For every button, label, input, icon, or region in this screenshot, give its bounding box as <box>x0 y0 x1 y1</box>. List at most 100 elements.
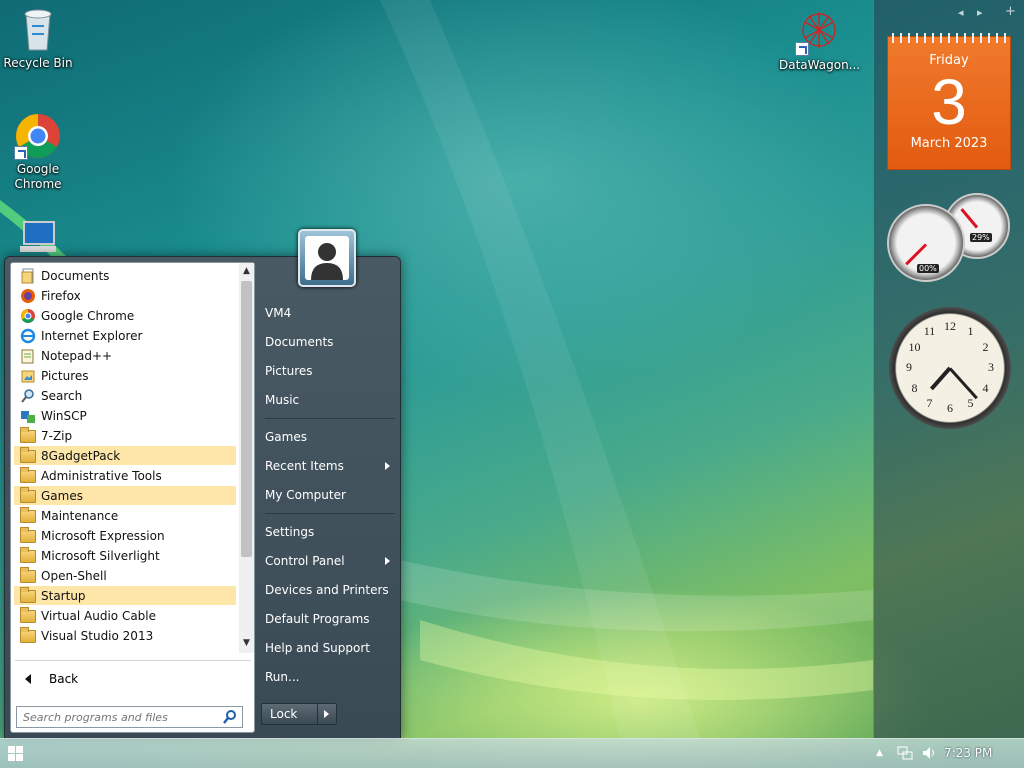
program-list-scrollbar[interactable]: ▲ ▼ <box>239 263 254 653</box>
desktop-icon-google-chrome[interactable]: Google Chrome <box>0 112 78 192</box>
program-item-label: Notepad++ <box>41 348 113 363</box>
sidebar-prev-button[interactable]: ◂ <box>958 6 964 19</box>
lock-label: Lock <box>262 704 318 724</box>
show-hidden-icons-icon[interactable]: ▲ <box>876 748 883 758</box>
calendar-gadget[interactable]: Friday 3 March 2023 <box>887 33 1011 170</box>
desktop-icon-recycle-bin[interactable]: Recycle Bin <box>0 6 78 71</box>
program-item-open-shell[interactable]: Open-Shell <box>14 566 236 585</box>
start-menu-item-music[interactable]: Music <box>262 388 396 412</box>
start-button[interactable] <box>8 746 24 762</box>
start-menu-item-recent-items[interactable]: Recent Items <box>262 454 396 478</box>
desktop-icon-label: Google Chrome <box>14 162 62 191</box>
search-box[interactable] <box>16 706 243 728</box>
memory-gauge-needle <box>960 208 979 229</box>
start-menu-item-default-programs[interactable]: Default Programs <box>262 607 396 631</box>
desktop-icon-label: Recycle Bin <box>3 56 73 70</box>
program-item-visual-studio-2013[interactable]: Visual Studio 2013 <box>14 626 236 645</box>
start-menu-item-label: Music <box>265 393 300 407</box>
datawagon-icon <box>795 8 843 56</box>
folder-icon <box>20 467 36 483</box>
start-menu-item-documents[interactable]: Documents <box>262 330 396 354</box>
program-item-notepad[interactable]: Notepad++ <box>14 346 236 365</box>
program-item-label: Microsoft Silverlight <box>41 548 160 563</box>
scroll-down-button[interactable]: ▼ <box>239 635 254 651</box>
desktop-icon-computer[interactable] <box>10 216 66 256</box>
program-item-administrative-tools[interactable]: Administrative Tools <box>14 466 236 485</box>
program-item-startup[interactable]: Startup <box>14 586 236 605</box>
clock-minute-hand <box>948 366 978 399</box>
program-item-pictures[interactable]: Pictures <box>14 366 236 385</box>
start-menu-programs-pane: Documents Firefox Google Chrome Internet Ex… <box>10 262 255 733</box>
computer-icon <box>14 216 62 256</box>
divider <box>265 513 395 514</box>
folder-icon <box>20 507 36 523</box>
start-menu-item-label: Recent Items <box>265 459 344 473</box>
search-icon[interactable] <box>222 709 238 725</box>
folder-icon <box>20 567 36 583</box>
windows-logo-icon <box>8 746 15 753</box>
cpu-percent: 00% <box>917 264 939 273</box>
program-item-winscp[interactable]: WinSCP <box>14 406 236 425</box>
clock-number: 11 <box>923 324 936 339</box>
start-menu-item-label: Games <box>265 430 307 444</box>
start-menu-item-control-panel[interactable]: Control Panel <box>262 549 396 573</box>
recycle-bin-icon <box>14 6 62 54</box>
program-item-label: Firefox <box>41 288 81 303</box>
start-menu-item-label: Devices and Printers <box>265 583 389 597</box>
firefox-icon <box>20 288 36 304</box>
back-label: Back <box>49 672 79 686</box>
submenu-arrow-icon <box>385 557 390 565</box>
start-menu-item-help-and-support[interactable]: Help and Support <box>262 636 396 660</box>
program-item-maintenance[interactable]: Maintenance <box>14 506 236 525</box>
desktop-icon-datawagon[interactable]: DataWagon... <box>779 8 860 73</box>
lock-button[interactable]: Lock <box>261 703 337 725</box>
program-item-games[interactable]: Games <box>14 486 236 505</box>
divider <box>265 418 395 419</box>
taskbar-clock[interactable]: 7:23 PM <box>944 746 992 760</box>
sidebar-next-button[interactable]: ▸ <box>977 6 983 19</box>
scroll-up-button[interactable]: ▲ <box>239 263 254 279</box>
program-item-google-chrome[interactable]: Google Chrome <box>14 306 236 325</box>
network-icon[interactable] <box>897 745 913 764</box>
start-menu-item-vm4[interactable]: VM4 <box>262 301 396 325</box>
program-item-documents[interactable]: Documents <box>14 266 236 285</box>
scroll-thumb[interactable] <box>241 281 252 557</box>
start-menu-item-my-computer[interactable]: My Computer <box>262 483 396 507</box>
program-item-microsoft-expression[interactable]: Microsoft Expression <box>14 526 236 545</box>
documents-icon <box>20 268 36 284</box>
clock-number: 3 <box>988 360 994 374</box>
search-input[interactable] <box>17 710 222 724</box>
start-menu-item-pictures[interactable]: Pictures <box>262 359 396 383</box>
start-menu-item-devices-and-printers[interactable]: Devices and Printers <box>262 578 396 602</box>
winscp-icon <box>20 408 36 424</box>
folder-icon <box>20 487 36 503</box>
start-menu-item-settings[interactable]: Settings <box>262 520 396 544</box>
user-picture[interactable] <box>298 229 356 287</box>
clock-number: 9 <box>906 360 912 374</box>
program-item-search[interactable]: Search <box>14 386 236 405</box>
program-item-label: Google Chrome <box>41 308 135 323</box>
submenu-arrow-icon <box>385 462 390 470</box>
program-item-microsoft-silverlight[interactable]: Microsoft Silverlight <box>14 546 236 565</box>
program-item-virtual-audio-cable[interactable]: Virtual Audio Cable <box>14 606 236 625</box>
program-item-label: 7-Zip <box>41 428 73 443</box>
program-item-label: Maintenance <box>41 508 119 523</box>
program-item-internet-explorer[interactable]: Internet Explorer <box>14 326 236 345</box>
shortcut-arrow-icon <box>14 146 28 160</box>
volume-icon[interactable] <box>921 745 937 764</box>
program-item-firefox[interactable]: Firefox <box>14 286 236 305</box>
lock-options-arrow-icon[interactable] <box>324 710 329 718</box>
folder-icon <box>20 547 36 563</box>
clock-gadget[interactable]: 12 1 2 3 4 5 6 7 8 9 10 11 <box>889 307 1011 429</box>
start-menu: Documents Firefox Google Chrome Internet Ex… <box>4 229 401 739</box>
program-item-label: Search <box>41 388 83 403</box>
start-menu-item-label: Control Panel <box>265 554 345 568</box>
program-item-7-zip[interactable]: 7-Zip <box>14 426 236 445</box>
start-menu-item-run[interactable]: Run... <box>262 665 396 689</box>
program-item-8gadgetpack[interactable]: 8GadgetPack <box>14 446 236 465</box>
start-menu-item-games[interactable]: Games <box>262 425 396 449</box>
cpu-gauge: 00% <box>887 204 965 282</box>
program-item-label: Virtual Audio Cable <box>41 608 157 623</box>
sidebar-add-gadget-button[interactable]: + <box>1005 4 1016 19</box>
back-button[interactable]: Back <box>15 668 251 690</box>
